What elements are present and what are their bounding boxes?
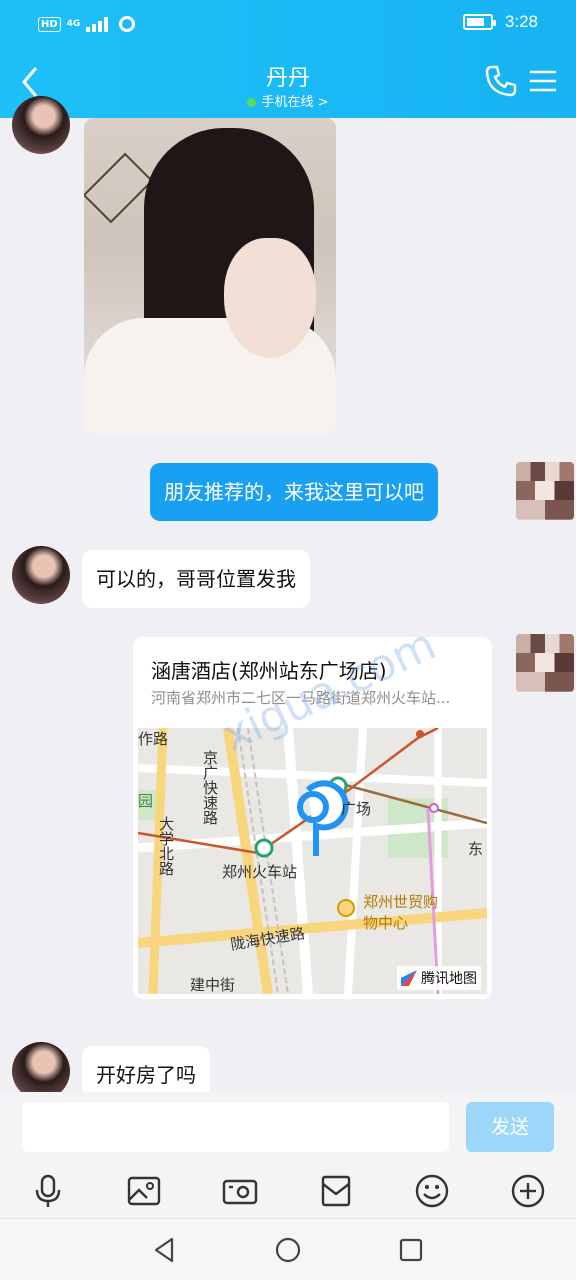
- image-message[interactable]: [84, 118, 336, 434]
- map-thumbnail[interactable]: 作路 京广快速路 园 大学北路 广场 郑州火车站 东 郑州世贸购物中心 陇海快速…: [138, 728, 487, 994]
- contact-avatar[interactable]: [12, 96, 70, 154]
- map-label: 园: [138, 792, 154, 810]
- clock: 3:28: [504, 12, 538, 31]
- hd-indicator: HD: [38, 16, 61, 32]
- input-bar: 发送: [0, 1092, 576, 1162]
- map-label: 建中街: [190, 976, 236, 994]
- message-bubble-incoming[interactable]: 可以的，哥哥位置发我: [82, 550, 310, 608]
- nav-recents-icon[interactable]: [396, 1235, 426, 1265]
- nav-back-icon[interactable]: [150, 1235, 180, 1265]
- map-brand-label: 腾讯地图: [421, 971, 477, 987]
- contact-avatar[interactable]: [12, 546, 70, 604]
- message-input[interactable]: [22, 1102, 449, 1152]
- battery-icon: [462, 14, 496, 30]
- map-label: 郑州火车站: [222, 863, 298, 881]
- lamp-decoration: [84, 152, 154, 224]
- chat-toolbar: [0, 1162, 576, 1218]
- photo-face: [224, 238, 316, 358]
- my-avatar[interactable]: [516, 634, 574, 692]
- map-label: 大学北路: [157, 816, 175, 876]
- image-icon[interactable]: [125, 1172, 163, 1210]
- map-label: 郑州世贸购物中心: [363, 893, 439, 932]
- location-title: 涵唐酒店(郑州站东广场店): [151, 659, 387, 683]
- my-avatar[interactable]: [516, 462, 574, 520]
- app-notification-icon: [119, 16, 136, 32]
- mic-icon[interactable]: [29, 1172, 67, 1210]
- plus-icon[interactable]: [509, 1172, 547, 1210]
- system-nav-bar: [0, 1218, 576, 1280]
- online-status-label: 手机在线 >: [261, 95, 329, 110]
- online-dot-icon: [247, 98, 257, 107]
- nav-home-icon[interactable]: [273, 1235, 303, 1265]
- message-bubble-outgoing[interactable]: 朋友推荐的，来我这里可以吧: [150, 463, 438, 521]
- menu-icon[interactable]: [526, 64, 560, 98]
- map-roads: [138, 728, 487, 994]
- signal-icon: [86, 17, 109, 32]
- network-indicator: 4G: [66, 19, 81, 29]
- location-address: 河南省郑州市二七区一马路街道郑州火车站...: [151, 689, 451, 707]
- status-bar: HD 4G 3:28: [0, 0, 576, 50]
- map-label: 东: [468, 840, 484, 858]
- map-label: 京广快速路: [201, 750, 219, 825]
- envelope-icon[interactable]: [317, 1172, 355, 1210]
- emoji-icon[interactable]: [413, 1172, 451, 1210]
- top-bar: HD 4G 3:28 丹丹 手机在线 >: [0, 0, 576, 118]
- map-label: 广场: [341, 800, 372, 818]
- phone-icon[interactable]: [484, 64, 518, 98]
- send-button[interactable]: 发送: [466, 1102, 554, 1152]
- tencent-map-logo-icon: [401, 970, 417, 986]
- map-brand: 腾讯地图: [397, 966, 481, 990]
- location-message[interactable]: 涵唐酒店(郑州站东广场店) 河南省郑州市二七区一马路街道郑州火车站... 作路 …: [133, 637, 492, 999]
- map-label: 作路: [138, 730, 169, 748]
- camera-icon[interactable]: [221, 1172, 259, 1210]
